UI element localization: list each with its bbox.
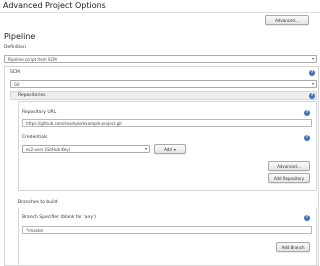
help-icon[interactable]: ?: [309, 70, 315, 76]
chevron-down-icon: ▾: [311, 56, 314, 61]
chevron-down-icon: ▾: [173, 146, 176, 152]
chevron-down-icon: ▾: [311, 81, 314, 86]
help-icon[interactable]: ?: [304, 135, 310, 141]
repositories-bar: [10, 91, 317, 100]
add-repository-button[interactable]: Add Repository: [268, 173, 310, 183]
branch-specifier-label: Branch Specifier (blank for 'any'): [22, 215, 97, 220]
pipeline-heading: Pipeline: [4, 32, 36, 41]
branch-specifier-input[interactable]: */master: [22, 226, 312, 234]
definition-select[interactable]: Pipeline script from SCM ▾: [4, 55, 317, 63]
scm-label: SCM: [10, 70, 20, 75]
chevron-down-icon: ▾: [144, 146, 147, 151]
section-title: Advanced Project Options: [3, 1, 106, 10]
help-icon[interactable]: ?: [304, 110, 310, 116]
section-divider: [0, 12, 319, 13]
help-icon[interactable]: ?: [304, 215, 310, 221]
repositories-label: Repositories: [18, 93, 46, 98]
add-credentials-label: Add: [164, 146, 172, 152]
add-credentials-button[interactable]: Add ▾: [154, 144, 186, 154]
help-icon[interactable]: ?: [309, 93, 315, 99]
repository-url-input[interactable]: https://github.com/example/example-proje…: [22, 119, 312, 127]
definition-label: Definition: [4, 45, 26, 50]
advanced-project-options-button[interactable]: Advanced...: [265, 15, 309, 25]
repository-url-label: Repository URL: [22, 110, 57, 115]
branches-label: Branches to build: [18, 200, 58, 205]
credentials-select[interactable]: ec2-user (GitHub Key) ▾: [22, 145, 150, 153]
scm-select-value: Git: [14, 81, 20, 87]
scm-select[interactable]: Git ▾: [10, 80, 317, 88]
definition-select-value: Pipeline script from SCM: [8, 56, 57, 62]
credentials-label: Credentials: [22, 135, 48, 140]
repository-advanced-button[interactable]: Advanced...: [268, 161, 310, 171]
add-branch-button[interactable]: Add Branch: [276, 242, 310, 252]
credentials-select-value: ec2-user (GitHub Key): [26, 146, 71, 152]
